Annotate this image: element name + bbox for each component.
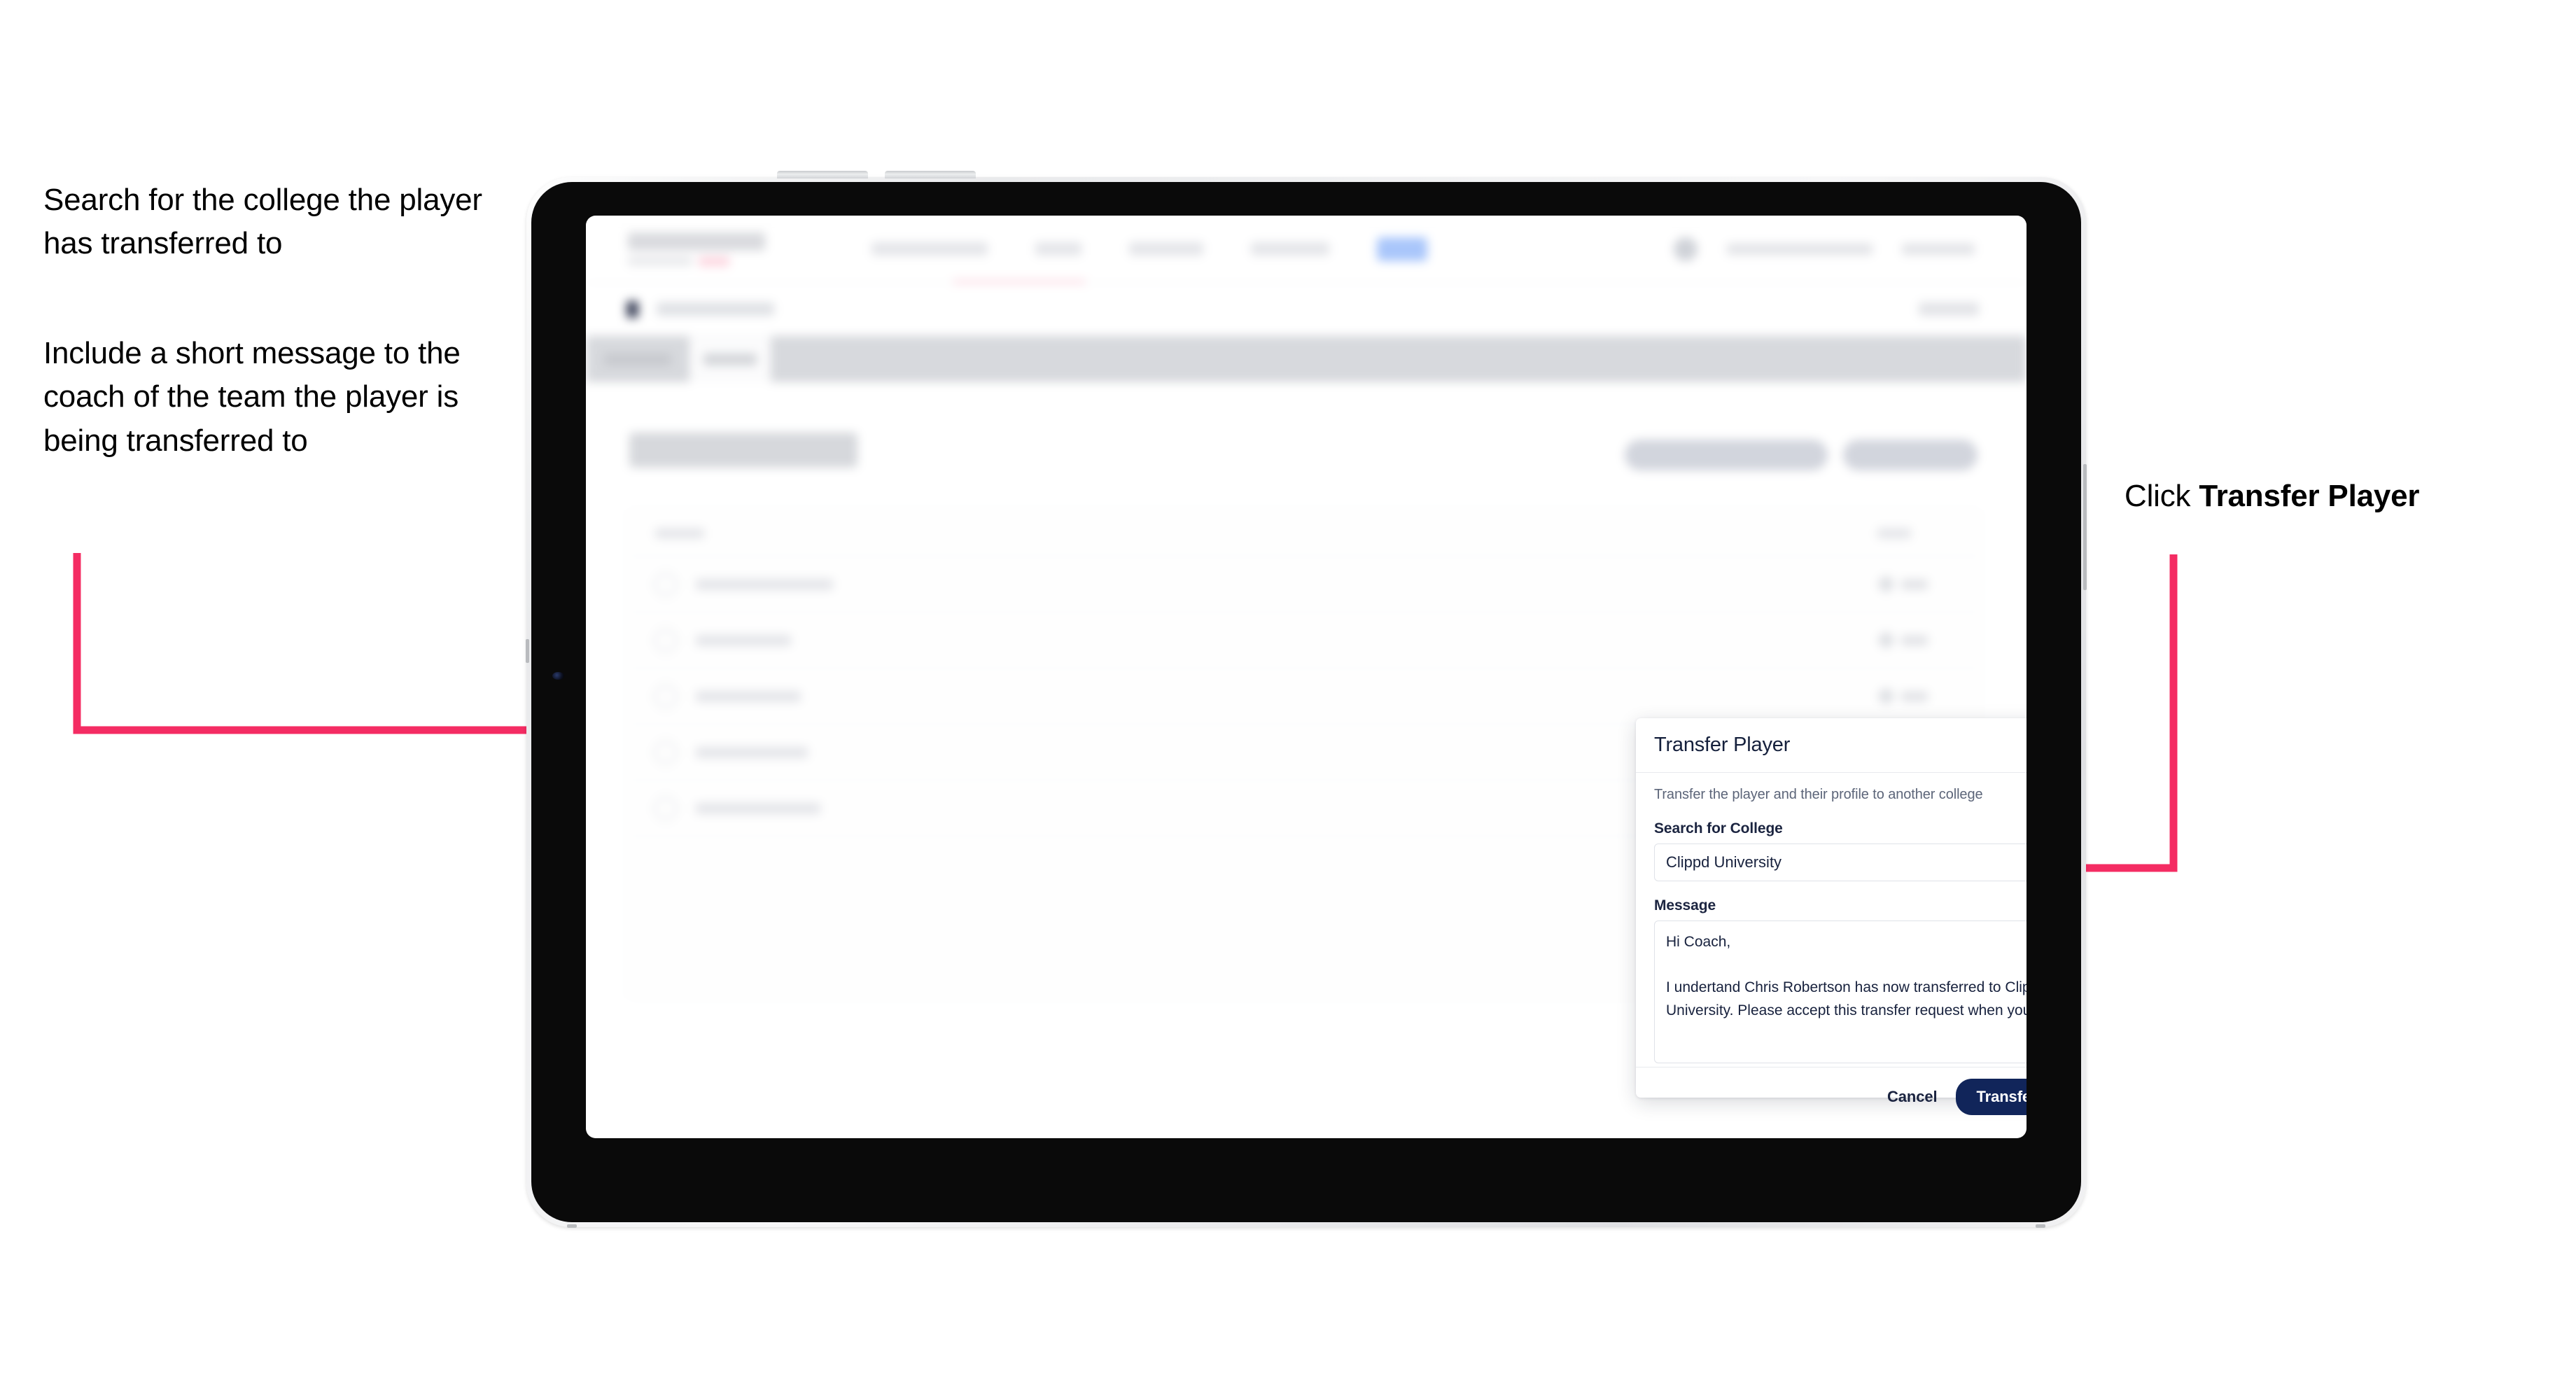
table-row[interactable] bbox=[629, 612, 1980, 668]
cancel-link[interactable] bbox=[1919, 302, 1979, 316]
add-player-button[interactable] bbox=[1843, 440, 1977, 470]
nav-item-analytics[interactable] bbox=[1251, 242, 1329, 255]
tab-details[interactable] bbox=[604, 353, 671, 365]
front-camera-icon bbox=[552, 672, 564, 680]
brand-badge bbox=[699, 256, 729, 266]
message-field-label: Message bbox=[1654, 897, 1716, 913]
dialog-footer: Cancel Transfer Player bbox=[1636, 1067, 2026, 1126]
column-header-name bbox=[655, 528, 704, 538]
dialog-body: Transfer the player and their profile to… bbox=[1636, 773, 2026, 1067]
dialog-description: Transfer the player and their profile to… bbox=[1654, 787, 1983, 802]
row-edit-action[interactable] bbox=[1877, 575, 1928, 594]
user-email-label bbox=[1727, 243, 1872, 255]
search-college-input[interactable] bbox=[1654, 844, 2026, 881]
edit-label bbox=[1901, 691, 1928, 701]
nav-item-schedules[interactable] bbox=[1129, 242, 1203, 255]
player-name bbox=[696, 746, 808, 758]
screenshot-canvas: Search for the college the player has tr… bbox=[0, 0, 2576, 1386]
player-name bbox=[696, 802, 820, 814]
table-row[interactable] bbox=[629, 556, 1980, 612]
column-header-edit bbox=[1877, 528, 1911, 538]
page-title bbox=[629, 433, 858, 468]
annotation-include-message: Include a short message to the coach of … bbox=[43, 336, 461, 458]
pencil-icon bbox=[1877, 687, 1896, 706]
edit-label bbox=[1901, 579, 1928, 589]
player-name bbox=[696, 690, 801, 702]
request-player-transfer-button[interactable] bbox=[1625, 440, 1828, 470]
page-actions bbox=[1625, 440, 1977, 470]
table-header-row bbox=[629, 510, 1980, 556]
brand-subtitle bbox=[628, 256, 765, 266]
annotation-click-bold: Transfer Player bbox=[2199, 479, 2420, 513]
nav-item-teams[interactable] bbox=[1035, 242, 1082, 255]
tab-roster[interactable] bbox=[690, 336, 771, 382]
user-zone bbox=[1674, 237, 1975, 261]
row-edit-action[interactable] bbox=[1877, 687, 1928, 706]
tablet-screen: Transfer Player Transfer the player and … bbox=[586, 216, 2026, 1138]
app-subbar bbox=[586, 283, 2026, 336]
brand-subtitle-text bbox=[628, 257, 692, 265]
main-nav bbox=[872, 237, 1427, 261]
annotation-click-transfer: Click Transfer Player bbox=[2124, 475, 2558, 518]
transfer-player-dialog: Transfer Player Transfer the player and … bbox=[1636, 718, 2026, 1115]
row-edit-action[interactable] bbox=[1877, 631, 1928, 650]
message-textarea[interactable] bbox=[1654, 920, 2026, 1063]
player-name bbox=[696, 578, 833, 590]
annotation-search-college: Search for the college the player has tr… bbox=[43, 183, 482, 261]
tablet-device: Transfer Player Transfer the player and … bbox=[526, 171, 2087, 1228]
antenna-line-bottom-right bbox=[2036, 1224, 2045, 1228]
dialog-header: Transfer Player bbox=[1636, 718, 2026, 773]
antenna-line-left bbox=[526, 639, 529, 663]
nav-item-roster-active[interactable] bbox=[1377, 237, 1427, 261]
volume-up-button[interactable] bbox=[777, 171, 868, 178]
player-avatar bbox=[654, 740, 678, 764]
nav-item-tournaments[interactable] bbox=[872, 242, 988, 255]
antenna-line-bottom-left bbox=[567, 1224, 577, 1228]
table-row[interactable] bbox=[629, 668, 1980, 724]
brand-logo[interactable] bbox=[628, 232, 765, 266]
brand-wordmark bbox=[628, 232, 765, 251]
breadcrumb-label bbox=[657, 302, 774, 316]
annotation-click-prefix: Click bbox=[2124, 479, 2199, 513]
player-avatar bbox=[654, 628, 678, 652]
app-tabbar bbox=[586, 336, 2026, 382]
volume-down-button[interactable] bbox=[885, 171, 976, 178]
edit-label bbox=[1901, 635, 1928, 645]
tab-roster-label bbox=[704, 353, 757, 365]
pencil-icon bbox=[1877, 575, 1896, 594]
antenna-line-right bbox=[2083, 464, 2087, 590]
cancel-button[interactable]: Cancel bbox=[1887, 1088, 1938, 1106]
app-topbar bbox=[586, 216, 2026, 284]
pencil-icon bbox=[1877, 631, 1896, 650]
player-avatar bbox=[654, 796, 678, 820]
transfer-player-button[interactable]: Transfer Player bbox=[1955, 1078, 2026, 1115]
player-name bbox=[696, 634, 791, 646]
dialog-title: Transfer Player bbox=[1654, 734, 1791, 756]
breadcrumb-icon bbox=[626, 300, 638, 318]
sign-out-button[interactable] bbox=[1902, 243, 1975, 255]
player-avatar bbox=[654, 572, 678, 596]
college-field-label: Search for College bbox=[1654, 820, 1783, 836]
avatar[interactable] bbox=[1674, 237, 1698, 261]
tablet-bezel: Transfer Player Transfer the player and … bbox=[531, 182, 2081, 1222]
player-avatar bbox=[654, 684, 678, 708]
